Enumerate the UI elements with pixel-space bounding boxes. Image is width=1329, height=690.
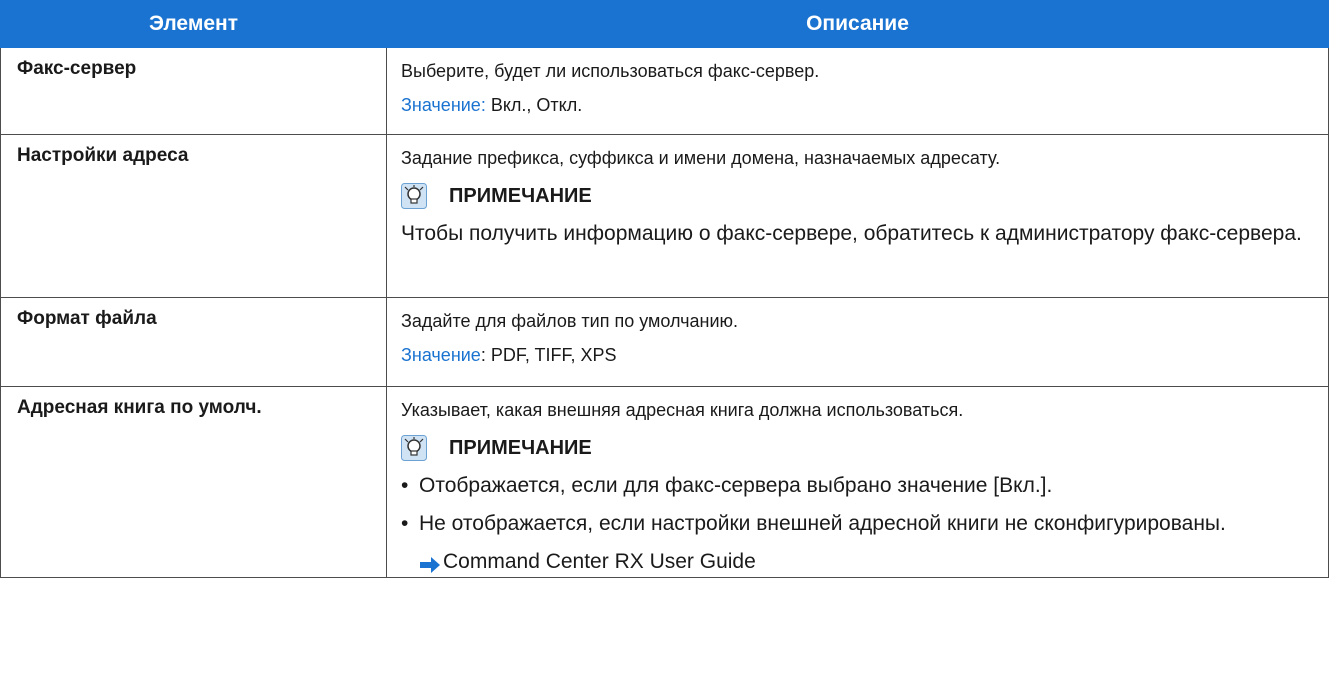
- item-name: Настройки адреса: [0, 134, 387, 298]
- note-header: ПРИМЕЧАНИЕ: [401, 183, 1318, 209]
- bullet-text: Отображается, если для факс-сервера выбр…: [419, 474, 1053, 497]
- list-item: • Не отображается, если настройки внешне…: [401, 509, 1318, 539]
- lightbulb-note-icon: [401, 183, 427, 209]
- reference-link[interactable]: Command Center RX User Guide: [419, 547, 1318, 577]
- value-label: Значение:: [401, 95, 486, 115]
- list-item: • Отображается, если для факс-сервера вы…: [401, 471, 1318, 501]
- bullet-mark: •: [401, 512, 409, 535]
- item-description: Выберите, будет ли использоваться факс-с…: [386, 47, 1329, 135]
- table-row: Адресная книга по умолч. Указывает, кака…: [0, 386, 1329, 578]
- note-text: Чтобы получить информацию о факс-сервере…: [401, 222, 1302, 245]
- bullet-text: Не отображается, если настройки внешней …: [419, 512, 1226, 535]
- item-name: Адресная книга по умолч.: [0, 386, 387, 578]
- item-description: Задайте для файлов тип по умолчанию. Зна…: [386, 297, 1329, 387]
- value-label: Значение: [401, 345, 481, 365]
- column-header-item: Элемент: [0, 0, 387, 48]
- description-text: Выберите, будет ли использоваться факс-с…: [401, 61, 820, 81]
- value-text: Вкл., Откл.: [490, 95, 583, 115]
- right-arrow-icon: [419, 553, 441, 573]
- description-text: Задайте для файлов тип по умолчанию.: [401, 311, 738, 331]
- note-header: ПРИМЕЧАНИЕ: [401, 435, 1318, 461]
- item-name: Формат файла: [0, 297, 387, 387]
- item-name: Факс-сервер: [0, 47, 387, 135]
- item-description: Указывает, какая внешняя адресная книга …: [386, 386, 1329, 578]
- bullet-mark: •: [401, 474, 409, 497]
- note-title: ПРИМЕЧАНИЕ: [449, 437, 592, 459]
- description-text: Указывает, какая внешняя адресная книга …: [401, 400, 964, 420]
- value-text: : PDF, TIFF, XPS: [480, 345, 617, 365]
- reference-link-text[interactable]: Command Center RX User Guide: [443, 547, 756, 577]
- lightbulb-note-icon: [401, 435, 427, 461]
- table-row: Факс-сервер Выберите, будет ли использов…: [0, 47, 1329, 135]
- value-line: Значение: PDF, TIFF, XPS: [401, 342, 1318, 368]
- item-description: Задание префикса, суффикса и имени домен…: [386, 134, 1329, 298]
- settings-table: Элемент Описание Факс-сервер Выберите, б…: [0, 0, 1329, 578]
- column-header-description: Описание: [386, 0, 1329, 48]
- value-line: Значение: Вкл., Откл.: [401, 92, 1318, 118]
- table-row: Настройки адреса Задание префикса, суффи…: [0, 134, 1329, 298]
- table-header-row: Элемент Описание: [0, 0, 1329, 48]
- description-text: Задание префикса, суффикса и имени домен…: [401, 148, 1001, 168]
- note-title: ПРИМЕЧАНИЕ: [449, 185, 592, 207]
- table-row: Формат файла Задайте для файлов тип по у…: [0, 297, 1329, 387]
